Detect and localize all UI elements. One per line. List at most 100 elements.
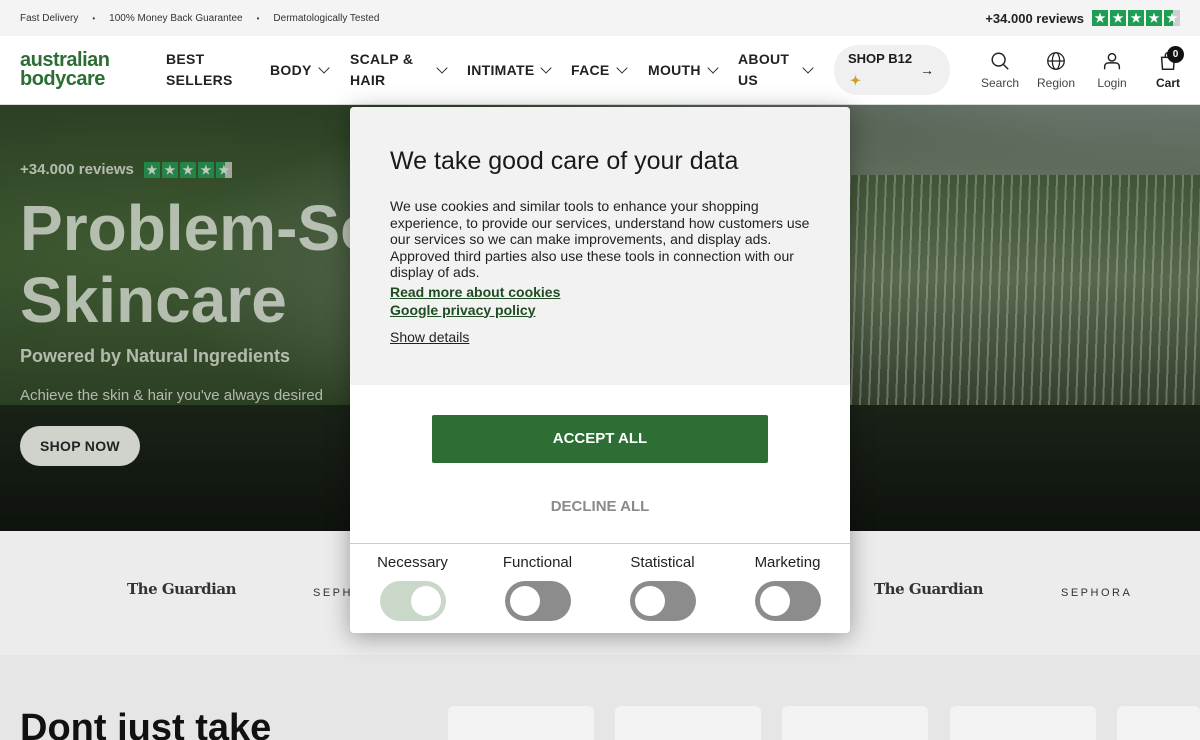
nav-body[interactable]: BODY [270,60,350,81]
guardian-logo: The Guardian [874,580,983,598]
perks-list: Fast Delivery • 100% Money Back Guarante… [20,13,379,24]
user-icon [1103,52,1121,70]
star-icon: ★ [1092,10,1108,26]
nav-about-us[interactable]: ABOUT US [738,49,814,91]
hero-subtitle: Powered by Natural Ingredients [20,346,291,366]
site-header: australian bodycare BEST SELLERS BODY SCA… [0,36,1200,105]
region-button[interactable]: Region [1028,50,1084,90]
perk-money-back: 100% Money Back Guarantee [109,12,243,24]
header-icons: Search Region Login Cart 0 [972,46,1196,90]
nav-label: BODY [270,61,312,78]
hero-reviews: +34.000 reviews ★ ★ ★ ★ ★ [20,161,376,178]
category-label: Statistical [630,554,695,571]
perk-separator: • [92,13,96,23]
accept-all-button[interactable]: ACCEPT ALL [432,415,768,463]
nav-label: ABOUT [738,51,790,67]
section-title: Dont just take [20,707,272,740]
category-statistical: Statistical [600,544,725,633]
star-icon: ★ [161,161,178,178]
toggle-knob [634,586,665,616]
review-card[interactable] [1117,706,1200,740]
login-label: Login [1097,76,1127,90]
chevron-down-icon [317,62,330,74]
nav-label: HAIR [350,72,386,88]
nav-intimate[interactable]: INTIMATE [467,60,571,81]
necessary-toggle [379,581,446,621]
shop-b12-button[interactable]: SHOP B12 ✦ → [834,45,950,95]
shop-now-button[interactable]: SHOP NOW [20,426,140,466]
hero-reviews-count: +34.000 reviews [20,161,134,178]
consent-body-text: We use cookies and similar tools to enha… [390,198,810,280]
nav-label: US [738,72,759,88]
review-card[interactable] [448,706,594,740]
hero-title: Problem-Sc Skincare [20,192,376,336]
top-announcement-bar: Fast Delivery • 100% Money Back Guarante… [0,0,1200,36]
perk-fast-delivery: Fast Delivery [20,12,79,24]
cookie-consent-modal: We take good care of your data We use co… [350,107,850,633]
nav-scalp-hair[interactable]: SCALP & HAIR [350,49,467,91]
google-privacy-policy-link[interactable]: Google privacy policy [390,301,810,319]
statistical-toggle[interactable] [629,581,696,621]
category-label: Marketing [754,554,821,571]
search-label: Search [980,76,1020,90]
hero-title-line-2: Skincare [20,264,287,336]
nav-label: FACE [571,61,610,78]
hero-description: Achieve the skin & hair you've always de… [20,387,324,404]
chevron-down-icon [707,62,719,74]
chevron-down-icon [436,62,448,74]
toggle-knob [509,586,540,616]
category-marketing: Marketing [725,544,850,633]
nav-mouth[interactable]: MOUTH [648,60,738,81]
category-functional: Functional [475,544,600,633]
login-button[interactable]: Login [1084,50,1140,90]
review-card[interactable] [782,706,928,740]
category-label: Necessary [377,554,448,571]
hero-background-trees [840,175,1200,435]
perk-dermatologically-tested: Dermatologically Tested [273,12,380,24]
star-icon: ★ [179,161,196,178]
nav-face[interactable]: FACE [571,60,648,81]
chevron-down-icon [802,62,814,74]
category-necessary: Necessary [350,544,475,633]
chevron-down-icon [540,62,553,74]
shop-b12-label: SHOP B12 [848,51,913,66]
decline-all-button[interactable]: DECLINE ALL [432,487,768,527]
hero-content: +34.000 reviews ★ ★ ★ ★ ★ Problem-Sc Ski… [20,161,376,466]
consent-title: We take good care of your data [390,147,739,175]
chevron-down-icon [615,62,628,74]
hero-rating-stars: ★ ★ ★ ★ ★ [143,161,232,178]
cart-label: Cart [1155,76,1180,90]
brand-logo[interactable]: australian bodycare [20,50,130,90]
search-icon [991,52,1009,70]
read-more-cookies-link[interactable]: Read more about cookies [390,283,810,301]
search-button[interactable]: Search [972,50,1028,90]
review-card[interactable] [950,706,1096,740]
nav-label: INTIMATE [467,61,535,78]
cart-count-badge: 0 [1167,46,1184,63]
sephora-logo: SEPHORA [1061,587,1133,599]
star-icon: ★ [197,161,214,178]
functional-toggle[interactable] [504,581,571,621]
star-icon: ★ [1128,10,1144,26]
nav-label: MOUTH [648,61,701,78]
marketing-toggle[interactable] [754,581,821,621]
main-nav: BEST SELLERS BODY SCALP & HAIR INTIMATE FA… [166,45,950,95]
region-label: Region [1036,76,1076,90]
half-star-icon: ★ [1164,10,1180,26]
nav-label: SCALP & [350,51,414,67]
toggle-knob [759,586,790,616]
show-details-link[interactable]: Show details [390,329,469,345]
logo-line-2: bodycare [20,68,105,90]
nav-best-sellers[interactable]: BEST SELLERS [166,49,270,91]
arrow-right-icon: → [920,62,934,78]
cart-button[interactable]: Cart 0 [1140,46,1196,90]
sephora-logo: SEPH [313,587,353,599]
testimonials-section: Dont just take [0,655,1200,740]
nav-label: BEST [166,51,205,67]
guardian-logo: The Guardian [127,580,236,598]
star-icon: ★ [1110,10,1126,26]
review-card[interactable] [615,706,761,740]
trustpilot-reviews[interactable]: +34.000 reviews ★ ★ ★ ★ ★ [985,10,1180,26]
star-icon: ★ [1146,10,1162,26]
toggle-knob [410,586,441,616]
